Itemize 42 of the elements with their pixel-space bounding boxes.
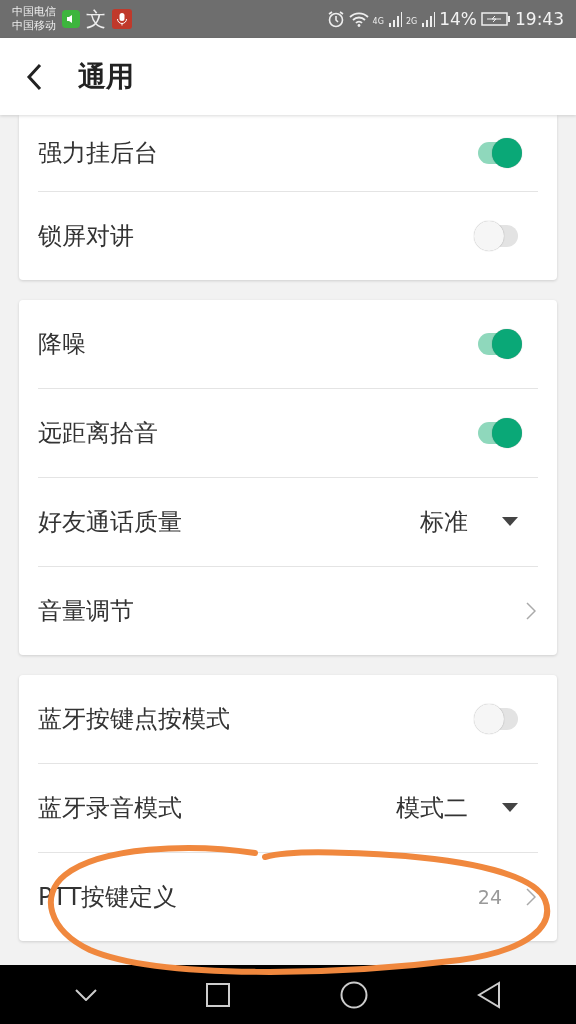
carrier-text: 中国移动 [12,19,56,33]
settings-row[interactable]: 蓝牙按键点按模式 [38,675,538,764]
signal-icon [387,11,402,27]
settings-row[interactable]: 锁屏对讲 [38,192,538,280]
count-text: 24 [477,886,502,908]
row-label: 强力挂后台 [38,138,159,169]
row-label: 好友通话质量 [38,507,183,538]
row-label: 降噪 [38,329,87,360]
row-label: 远距离拾音 [38,418,159,449]
battery-charging-icon [481,11,511,27]
clock-time: 19:43 [515,9,564,29]
battery-percent: 14% [439,9,477,29]
row-label: 蓝牙录音模式 [38,793,183,824]
select-value: 模式二 [396,793,468,824]
settings-row[interactable]: 蓝牙录音模式 模式二 [38,764,538,853]
caret-icon [502,517,518,527]
input-method-icon: 文 [86,5,106,33]
network-label: 4G [372,17,384,26]
row-label: 锁屏对讲 [38,221,135,252]
alarm-icon [326,10,345,28]
recents-icon[interactable] [206,982,231,1007]
microphone-icon [112,9,132,29]
select-value: 标准 [420,507,468,538]
row-label: 蓝牙按键点按模式 [38,704,231,735]
home-icon[interactable] [339,980,368,1009]
settings-row[interactable]: 音量调节 [38,567,538,655]
settings-row[interactable]: 远距离拾音 [38,389,538,478]
network-label: 2G [405,17,418,26]
carrier-text: 中国电信 [12,5,56,19]
signal-icon [421,11,436,27]
settings-row[interactable]: 强力挂后台 [38,115,538,192]
caret-icon [502,803,518,813]
wifi-icon [348,11,369,27]
chevron-right-icon [526,602,536,620]
back-icon[interactable] [26,62,42,91]
chevron-down-icon[interactable] [74,988,97,1001]
settings-row[interactable]: 降噪 [38,300,538,389]
page-title: 通用 [78,58,134,95]
row-label: 音量调节 [38,596,135,627]
speaker-app-icon [62,10,80,28]
chevron-right-icon [526,888,536,906]
settings-row[interactable]: 好友通话质量 标准 [38,478,538,567]
